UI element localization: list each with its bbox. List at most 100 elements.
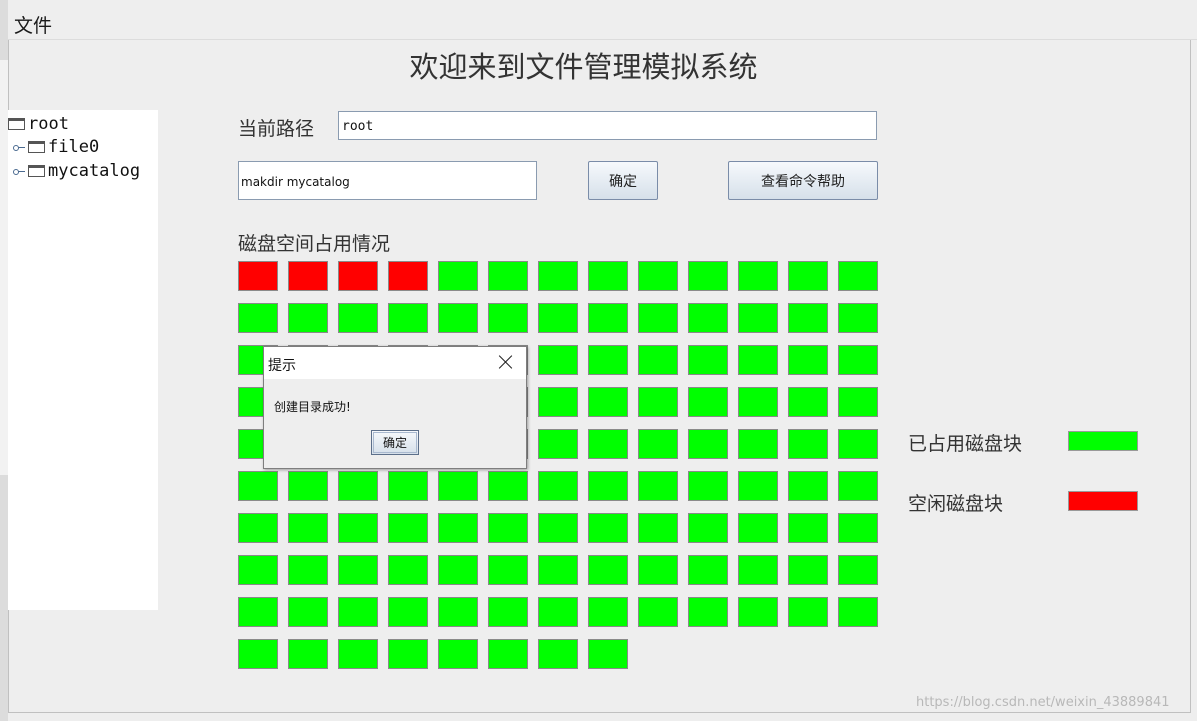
disk-block <box>288 471 328 501</box>
legend-used-label: 已占用磁盘块 <box>908 433 1023 455</box>
disk-block <box>738 597 778 627</box>
disk-block <box>438 513 478 543</box>
close-icon[interactable] <box>498 354 514 370</box>
folder-icon <box>8 118 25 130</box>
legend-free-swatch <box>1068 491 1138 511</box>
disk-block <box>538 471 578 501</box>
disk-block <box>588 555 628 585</box>
dialog-ok-button[interactable]: 确定 <box>371 430 419 455</box>
disk-block <box>588 471 628 501</box>
disk-block <box>338 555 378 585</box>
disk-block <box>788 513 828 543</box>
disk-block <box>488 303 528 333</box>
disk-block <box>688 387 728 417</box>
disk-block <box>838 555 878 585</box>
disk-block <box>238 471 278 501</box>
disk-block <box>538 429 578 459</box>
disk-block <box>738 345 778 375</box>
disk-block <box>538 261 578 291</box>
legend-free-label: 空闲磁盘块 <box>908 493 1004 515</box>
disk-block <box>588 639 628 669</box>
disk-block <box>488 555 528 585</box>
tree-node-mycatalog[interactable]: mycatalog <box>13 160 140 182</box>
disk-block <box>588 513 628 543</box>
page-title: 欢迎来到文件管理模拟系统 <box>0 44 1197 86</box>
disk-block <box>688 345 728 375</box>
window-edge <box>0 0 8 721</box>
directory-tree[interactable]: root file0 mycatalog <box>8 110 158 610</box>
disk-block <box>438 261 478 291</box>
disk-block <box>638 597 678 627</box>
disk-block <box>838 261 878 291</box>
disk-block <box>238 597 278 627</box>
disk-block <box>388 597 428 627</box>
disk-block <box>788 597 828 627</box>
command-help-button[interactable]: 查看命令帮助 <box>728 161 878 200</box>
expand-handle-icon[interactable] <box>13 143 25 151</box>
disk-block <box>638 387 678 417</box>
disk-block <box>638 303 678 333</box>
disk-block <box>288 597 328 627</box>
current-path-label: 当前路径 <box>238 118 315 140</box>
disk-block <box>688 303 728 333</box>
disk-block <box>788 345 828 375</box>
disk-block <box>738 555 778 585</box>
disk-block <box>388 471 428 501</box>
disk-block <box>838 387 878 417</box>
watermark-text: https://blog.csdn.net/weixin_43889841 <box>916 695 1170 710</box>
menu-file[interactable]: 文件 <box>14 11 52 38</box>
disk-block <box>238 513 278 543</box>
disk-block <box>438 471 478 501</box>
tree-node-file0[interactable]: file0 <box>13 136 99 158</box>
disk-block <box>738 387 778 417</box>
disk-block <box>388 261 428 291</box>
disk-block <box>838 429 878 459</box>
confirm-button[interactable]: 确定 <box>588 161 658 200</box>
disk-block <box>488 261 528 291</box>
disk-block <box>638 471 678 501</box>
tree-node-label: root <box>28 114 69 134</box>
command-input[interactable]: makdir mycatalog <box>238 161 537 200</box>
disk-block <box>838 513 878 543</box>
disk-block <box>688 261 728 291</box>
disk-block <box>788 303 828 333</box>
disk-block <box>238 261 278 291</box>
disk-block <box>338 261 378 291</box>
disk-block <box>588 597 628 627</box>
disk-block <box>588 387 628 417</box>
disk-usage-heading: 磁盘空间占用情况 <box>238 233 391 255</box>
dialog-titlebar[interactable]: 提示 <box>264 347 526 379</box>
disk-block <box>488 471 528 501</box>
disk-block <box>538 555 578 585</box>
disk-block <box>838 597 878 627</box>
disk-block <box>738 261 778 291</box>
disk-block <box>288 555 328 585</box>
disk-block <box>288 639 328 669</box>
disk-block <box>588 429 628 459</box>
expand-handle-icon[interactable] <box>13 167 25 175</box>
disk-block <box>288 513 328 543</box>
disk-block <box>738 471 778 501</box>
disk-block <box>238 639 278 669</box>
disk-block <box>338 471 378 501</box>
disk-block <box>388 513 428 543</box>
legend-used-swatch <box>1068 431 1138 451</box>
menu-bar: 文件 <box>8 0 1197 40</box>
disk-block <box>488 513 528 543</box>
disk-block <box>288 261 328 291</box>
tree-node-label: file0 <box>48 137 100 157</box>
disk-block <box>488 597 528 627</box>
disk-block <box>738 303 778 333</box>
disk-block <box>738 429 778 459</box>
disk-block <box>338 639 378 669</box>
disk-block <box>838 471 878 501</box>
disk-block <box>238 303 278 333</box>
current-path-field[interactable]: root <box>338 111 877 140</box>
disk-block <box>838 303 878 333</box>
disk-block <box>588 261 628 291</box>
disk-block <box>788 471 828 501</box>
disk-block <box>638 513 678 543</box>
disk-block <box>388 555 428 585</box>
tree-node-root[interactable]: root <box>8 113 69 135</box>
disk-block <box>488 639 528 669</box>
